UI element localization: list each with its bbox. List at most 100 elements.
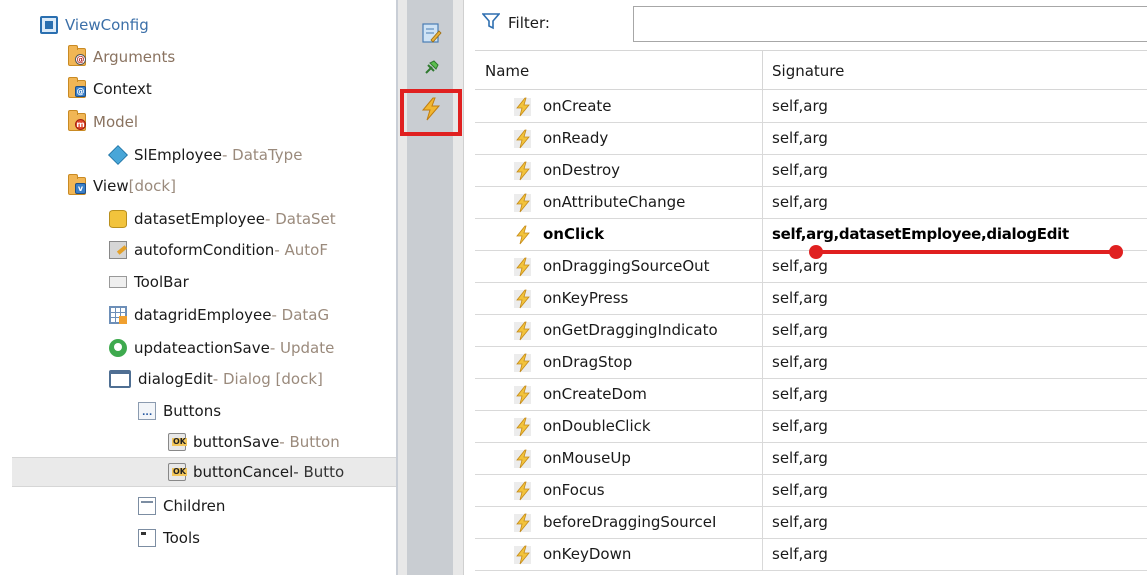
- column-divider: [762, 91, 763, 123]
- event-signature[interactable]: self,arg: [772, 513, 828, 531]
- table-row[interactable]: onReady self,arg: [475, 123, 1147, 155]
- tree-item-label: autoformCondition: [134, 241, 275, 259]
- tree-item-view[interactable]: v View [dock]: [68, 171, 176, 201]
- event-signature[interactable]: self,arg,datasetEmployee,dialogEdit: [772, 225, 1069, 243]
- filter-label: Filter:: [508, 14, 550, 32]
- column-divider: [762, 155, 763, 187]
- tree-item-slemployee[interactable]: SlEmployee - DataType: [108, 140, 303, 170]
- event-name: onReady: [543, 129, 609, 147]
- event-name: beforeDraggingSourceI: [543, 513, 717, 531]
- tree-item-model[interactable]: m Model: [68, 107, 138, 137]
- event-signature[interactable]: self,arg: [772, 545, 828, 563]
- tree-item-label: buttonSave: [193, 433, 280, 451]
- tree-item-label: Context: [93, 80, 152, 98]
- column-header-signature[interactable]: Signature: [772, 62, 844, 80]
- events-button-highlight: [400, 89, 462, 136]
- edit-properties-button[interactable]: [419, 21, 443, 45]
- filter-input[interactable]: [633, 6, 1147, 42]
- tree-item-label: SlEmployee: [134, 146, 222, 164]
- tree-item-buttoncancel[interactable]: buttonCancel - Butto: [12, 457, 396, 487]
- annotation-underline: [816, 250, 1116, 254]
- table-row[interactable]: onKeyDown self,arg: [475, 539, 1147, 571]
- tree-item-autoformcondition[interactable]: autoformCondition - AutoF: [109, 235, 328, 265]
- table-row[interactable]: onDragStop self,arg: [475, 347, 1147, 379]
- filter-bar: Filter:: [475, 0, 1147, 48]
- events-panel: Filter: Name Signature onCreate self,arg o…: [475, 0, 1147, 575]
- table-row[interactable]: onFocus self,arg: [475, 475, 1147, 507]
- table-row[interactable]: onMouseUp self,arg: [475, 443, 1147, 475]
- table-row[interactable]: onKeyPress self,arg: [475, 283, 1147, 315]
- tree-item-dialogedit[interactable]: dialogEdit - Dialog [dock]: [109, 364, 323, 394]
- tree-item-arguments[interactable]: @ Arguments: [68, 42, 175, 72]
- event-signature[interactable]: self,arg: [772, 161, 828, 179]
- event-signature[interactable]: self,arg: [772, 353, 828, 371]
- event-signature[interactable]: self,arg: [772, 257, 828, 275]
- event-lightning-icon: [514, 353, 531, 373]
- tree-item-suffix: [dock]: [128, 177, 176, 195]
- table-row[interactable]: onAttributeChange self,arg: [475, 187, 1147, 219]
- column-divider[interactable]: [762, 51, 763, 91]
- tree-item-viewconfig[interactable]: ViewConfig: [40, 10, 149, 40]
- column-divider: [762, 251, 763, 283]
- tree-item-updateactionsave[interactable]: updateactionSave - Update: [109, 333, 334, 363]
- event-name: onAttributeChange: [543, 193, 686, 211]
- dataset-icon: [109, 210, 127, 228]
- table-row[interactable]: onCreateDom self,arg: [475, 379, 1147, 411]
- tree-item-suffix: - Butto: [293, 463, 345, 481]
- event-name: onKeyDown: [543, 545, 632, 563]
- tree-item-label: updateactionSave: [134, 339, 270, 357]
- table-row[interactable]: onGetDraggingIndicato self,arg: [475, 315, 1147, 347]
- pin-button[interactable]: [419, 56, 443, 80]
- event-signature[interactable]: self,arg: [772, 289, 828, 307]
- tree-item-toolbar[interactable]: ToolBar: [109, 267, 189, 297]
- tree-item-label: datasetEmployee: [134, 210, 266, 228]
- column-divider: [762, 347, 763, 379]
- tree-item-label: Children: [163, 497, 226, 515]
- event-signature[interactable]: self,arg: [772, 481, 828, 499]
- tree-item-context[interactable]: @ Context: [68, 74, 152, 104]
- tree-item-datagridemployee[interactable]: datagridEmployee - DataG: [109, 300, 329, 330]
- event-signature[interactable]: self,arg: [772, 449, 828, 467]
- event-lightning-icon: [514, 289, 531, 309]
- arguments-folder-icon: @: [68, 45, 86, 66]
- event-signature[interactable]: self,arg: [772, 97, 828, 115]
- tree-item-buttonsave[interactable]: buttonSave - Button: [168, 427, 340, 457]
- filter-funnel-icon: [482, 13, 500, 30]
- event-signature[interactable]: self,arg: [772, 385, 828, 403]
- column-divider: [762, 219, 763, 251]
- column-divider: [762, 443, 763, 475]
- column-header-name[interactable]: Name: [485, 62, 529, 80]
- event-lightning-icon: [516, 225, 530, 245]
- table-row[interactable]: onDestroy self,arg: [475, 155, 1147, 187]
- event-name: onClick: [543, 225, 605, 243]
- event-lightning-icon: [514, 97, 531, 117]
- tree-item-tools[interactable]: Tools: [138, 523, 200, 553]
- tree-item-suffix: - DataG: [271, 306, 330, 324]
- table-row[interactable]: onDoubleClick self,arg: [475, 411, 1147, 443]
- tree-item-label: datagridEmployee: [134, 306, 272, 324]
- tree-item-datasetemployee[interactable]: datasetEmployee - DataSet: [109, 204, 336, 234]
- event-name: onDragStop: [543, 353, 633, 371]
- table-row[interactable]: onCreate self,arg: [475, 91, 1147, 123]
- event-signature[interactable]: self,arg: [772, 129, 828, 147]
- tree-item-suffix: - DataType: [221, 146, 303, 164]
- tree-item-suffix: - AutoF: [274, 241, 328, 259]
- annotation-dot-left: [809, 245, 823, 259]
- context-folder-icon: @: [68, 77, 86, 98]
- event-lightning-icon: [514, 481, 531, 501]
- tree-item-buttons[interactable]: Buttons: [138, 396, 221, 426]
- component-tree: ViewConfig @ Arguments @ Context m Model…: [0, 0, 398, 575]
- tree-item-label: Model: [93, 113, 139, 131]
- tree-item-suffix: - DataSet: [265, 210, 336, 228]
- event-signature[interactable]: self,arg: [772, 193, 828, 211]
- view-folder-icon: v: [68, 174, 86, 195]
- table-row[interactable]: beforeDraggingSourceI self,arg: [475, 507, 1147, 539]
- event-lightning-icon: [514, 385, 531, 405]
- children-panel-icon: [138, 497, 156, 515]
- pin-icon: [425, 60, 439, 74]
- tree-item-children[interactable]: Children: [138, 491, 225, 521]
- event-signature[interactable]: self,arg: [772, 417, 828, 435]
- event-signature[interactable]: self,arg: [772, 321, 828, 339]
- buttons-container-icon: [138, 402, 156, 420]
- tree-item-suffix: - Button: [279, 433, 340, 451]
